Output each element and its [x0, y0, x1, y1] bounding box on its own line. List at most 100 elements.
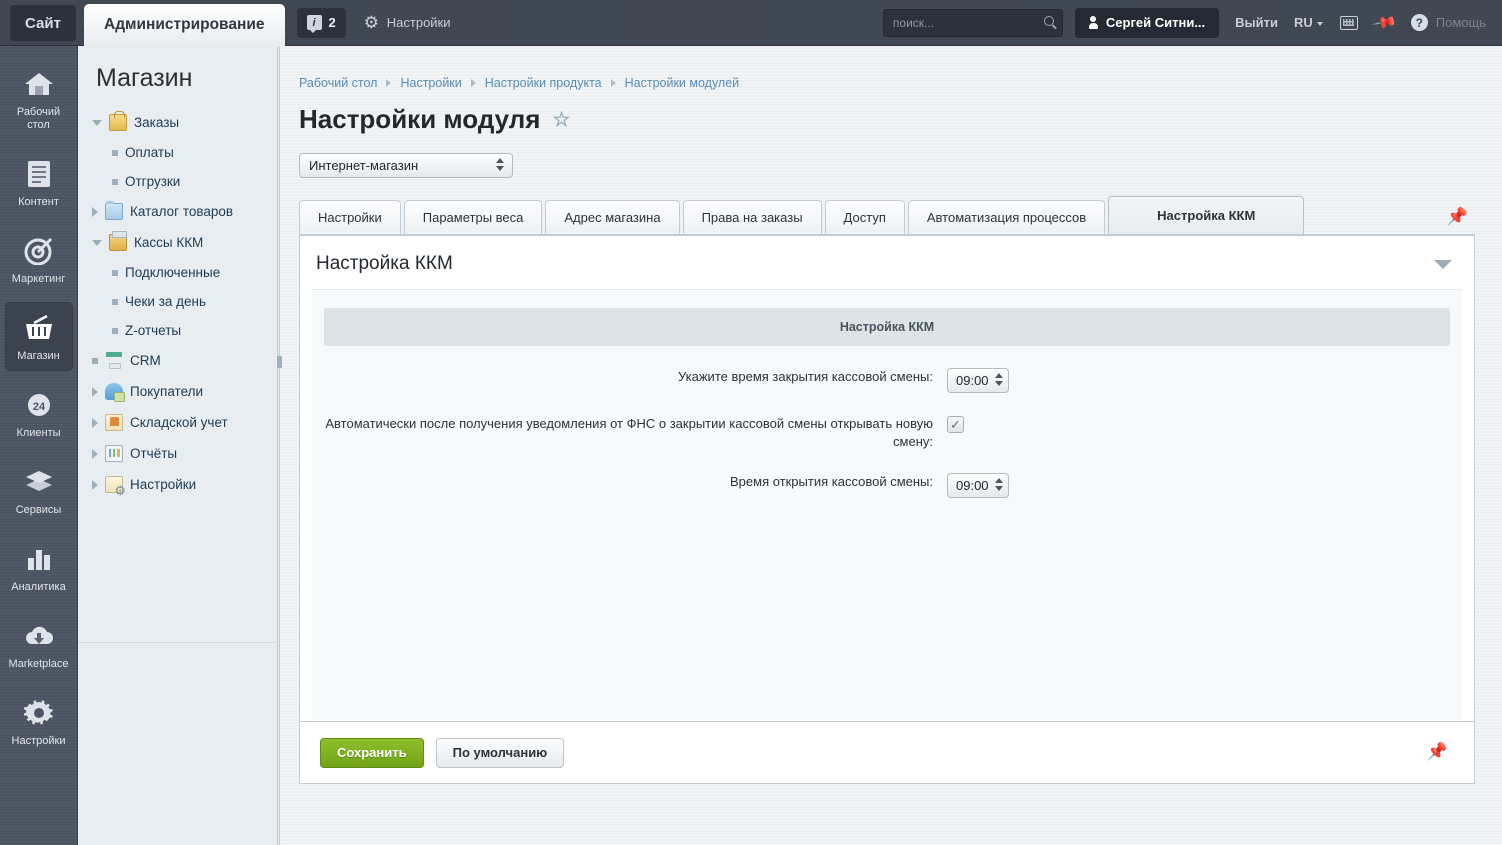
chevron-right-icon[interactable] — [92, 417, 98, 428]
module-select[interactable]: Интернет-магазин — [299, 153, 513, 178]
chevron-right-icon[interactable] — [92, 206, 98, 217]
report-icon — [105, 445, 123, 462]
tab-order-rights[interactable]: Права на заказы — [682, 200, 822, 234]
star-icon[interactable]: ☆ — [552, 107, 570, 132]
breadcrumb-item[interactable]: Настройки продукта — [485, 76, 602, 90]
panel-title: Настройка ККМ — [316, 253, 453, 274]
document-icon — [22, 158, 56, 190]
sidebar-resize-handle[interactable] — [277, 46, 282, 845]
rail-item-marketplace[interactable]: Marketplace — [5, 610, 73, 679]
chevron-down-icon[interactable] — [92, 119, 102, 126]
chevron-right-icon[interactable] — [92, 479, 98, 490]
rail-item-settings[interactable]: Настройки — [5, 687, 73, 756]
keyboard-icon — [1339, 15, 1358, 30]
logout-link[interactable]: Выйти — [1235, 15, 1278, 30]
tab-store-address[interactable]: Адрес магазина — [545, 200, 680, 234]
crm-icon — [105, 352, 123, 369]
sidebar-label: Оплаты — [125, 145, 174, 160]
sidebar-item-buyers[interactable]: Покупатели — [78, 376, 277, 407]
pin-icon[interactable]: 📌 — [1427, 742, 1448, 762]
cloud24-icon: 24 — [22, 389, 56, 421]
pin-icon[interactable]: 📌 — [1447, 207, 1468, 227]
top-tab-site[interactable]: Сайт — [10, 5, 76, 41]
sidebar-item-warehouse[interactable]: Складской учет — [78, 407, 277, 438]
search-box[interactable] — [882, 8, 1063, 37]
sidebar-item-orders[interactable]: Заказы — [78, 107, 277, 138]
default-button[interactable]: По умолчанию — [435, 737, 565, 768]
close-time-value: 09:00 — [956, 373, 989, 388]
tab-weight-params[interactable]: Параметры веса — [403, 200, 543, 234]
help-button[interactable]: ? Помощь — [1410, 14, 1486, 31]
settings-panel: Настройка ККМ Настройка ККМ Укажите врем… — [299, 234, 1475, 722]
settings-icon — [105, 476, 126, 497]
field-control: 09:00 — [947, 473, 1450, 498]
main-content: Рабочий стол Настройки Настройки продукт… — [281, 46, 1502, 845]
top-tab-admin[interactable]: Администрирование — [84, 3, 285, 46]
home-icon — [22, 68, 56, 100]
tab-access[interactable]: Доступ — [824, 200, 905, 234]
panel-footer: Сохранить По умолчанию 📌 — [299, 722, 1475, 784]
sidebar-item-crm[interactable]: CRM — [78, 345, 277, 376]
sidebar-label: Настройки — [130, 477, 197, 492]
chevron-down-icon[interactable] — [1434, 259, 1452, 269]
svg-text:24: 24 — [32, 401, 45, 413]
rail-item-clients[interactable]: 24 Клиенты — [5, 379, 73, 448]
sidebar-label: Подключенные — [125, 265, 221, 280]
pin-icon: 📌 — [1371, 10, 1398, 36]
close-time-select[interactable]: 09:00 — [947, 368, 1009, 393]
sidebar-label: Чеки за день — [125, 294, 207, 309]
sidebar-item-shipments[interactable]: Отгрузки — [78, 167, 277, 196]
sidebar-item-payments[interactable]: Оплаты — [78, 138, 277, 167]
rail-item-services[interactable]: Сервисы — [5, 456, 73, 525]
sidebar-item-settings[interactable]: Настройки — [78, 469, 277, 500]
topbar-pin-button[interactable]: 📌 — [1371, 10, 1397, 35]
user-menu-button[interactable]: Сергей Ситни... — [1074, 7, 1220, 38]
sidebar-item-connected[interactable]: Подключенные — [78, 258, 277, 287]
chevron-right-icon[interactable] — [92, 386, 98, 397]
chevron-right-icon[interactable] — [92, 448, 98, 459]
tab-settings[interactable]: Настройки — [299, 200, 401, 234]
rail-item-shop[interactable]: Магазин — [4, 302, 73, 371]
breadcrumb-item[interactable]: Рабочий стол — [299, 76, 377, 90]
breadcrumb-item[interactable]: Настройки модулей — [625, 76, 740, 90]
rail-label-settings: Настройки — [11, 735, 66, 747]
rail-item-content[interactable]: Контент — [5, 148, 73, 217]
check-icon: ✓ — [950, 416, 961, 432]
breadcrumb-item[interactable]: Настройки — [400, 76, 461, 90]
tab-process-automation[interactable]: Автоматизация процессов — [907, 200, 1106, 234]
chevron-down-icon[interactable] — [92, 239, 102, 246]
target-icon — [22, 235, 56, 267]
field-control: 09:00 — [947, 368, 1450, 393]
auto-open-checkbox[interactable]: ✓ — [947, 416, 964, 433]
rail-item-analytics[interactable]: Аналитика — [5, 533, 73, 602]
notification-count: 2 — [328, 15, 336, 30]
basket-icon — [22, 312, 56, 344]
spinner-arrows-icon — [496, 158, 504, 171]
bullet-icon — [112, 149, 118, 156]
sidebar-item-z-reports[interactable]: Z-отчеты — [78, 316, 277, 345]
language-switcher[interactable]: RU — [1294, 15, 1323, 30]
sidebar-item-cash-registers[interactable]: Кассы ККМ — [78, 227, 277, 258]
sidebar-item-reports[interactable]: Отчёты — [78, 438, 277, 469]
module-select-value: Интернет-магазин — [309, 158, 419, 173]
sidebar-item-catalog[interactable]: Каталог товаров — [78, 196, 277, 227]
rail-item-desktop[interactable]: Рабочий стол — [5, 58, 73, 140]
question-icon: ? — [1410, 14, 1428, 31]
sidebar-label: Отгрузки — [125, 174, 181, 189]
bag-icon — [109, 111, 127, 131]
keyboard-shortcuts-button[interactable] — [1339, 13, 1359, 33]
field-control: ✓ — [947, 415, 1450, 433]
sidebar-label: Отчёты — [130, 446, 178, 461]
rail-item-marketing[interactable]: Маркетинг — [5, 225, 73, 294]
rail-label-services: Сервисы — [15, 504, 62, 516]
users-icon — [105, 383, 125, 402]
search-input[interactable] — [883, 9, 1062, 36]
top-settings-button[interactable]: Настройки — [364, 15, 451, 30]
search-icon[interactable] — [1043, 15, 1054, 26]
tab-kkm-settings[interactable]: Настройка ККМ — [1108, 196, 1305, 234]
notifications-button[interactable]: i 2 — [296, 7, 346, 38]
open-time-select[interactable]: 09:00 — [947, 473, 1009, 498]
field-row-auto-open: Автоматически после получения уведомлени… — [324, 415, 1450, 451]
save-button[interactable]: Сохранить — [320, 737, 424, 768]
sidebar-item-daily-receipts[interactable]: Чеки за день — [78, 287, 277, 316]
